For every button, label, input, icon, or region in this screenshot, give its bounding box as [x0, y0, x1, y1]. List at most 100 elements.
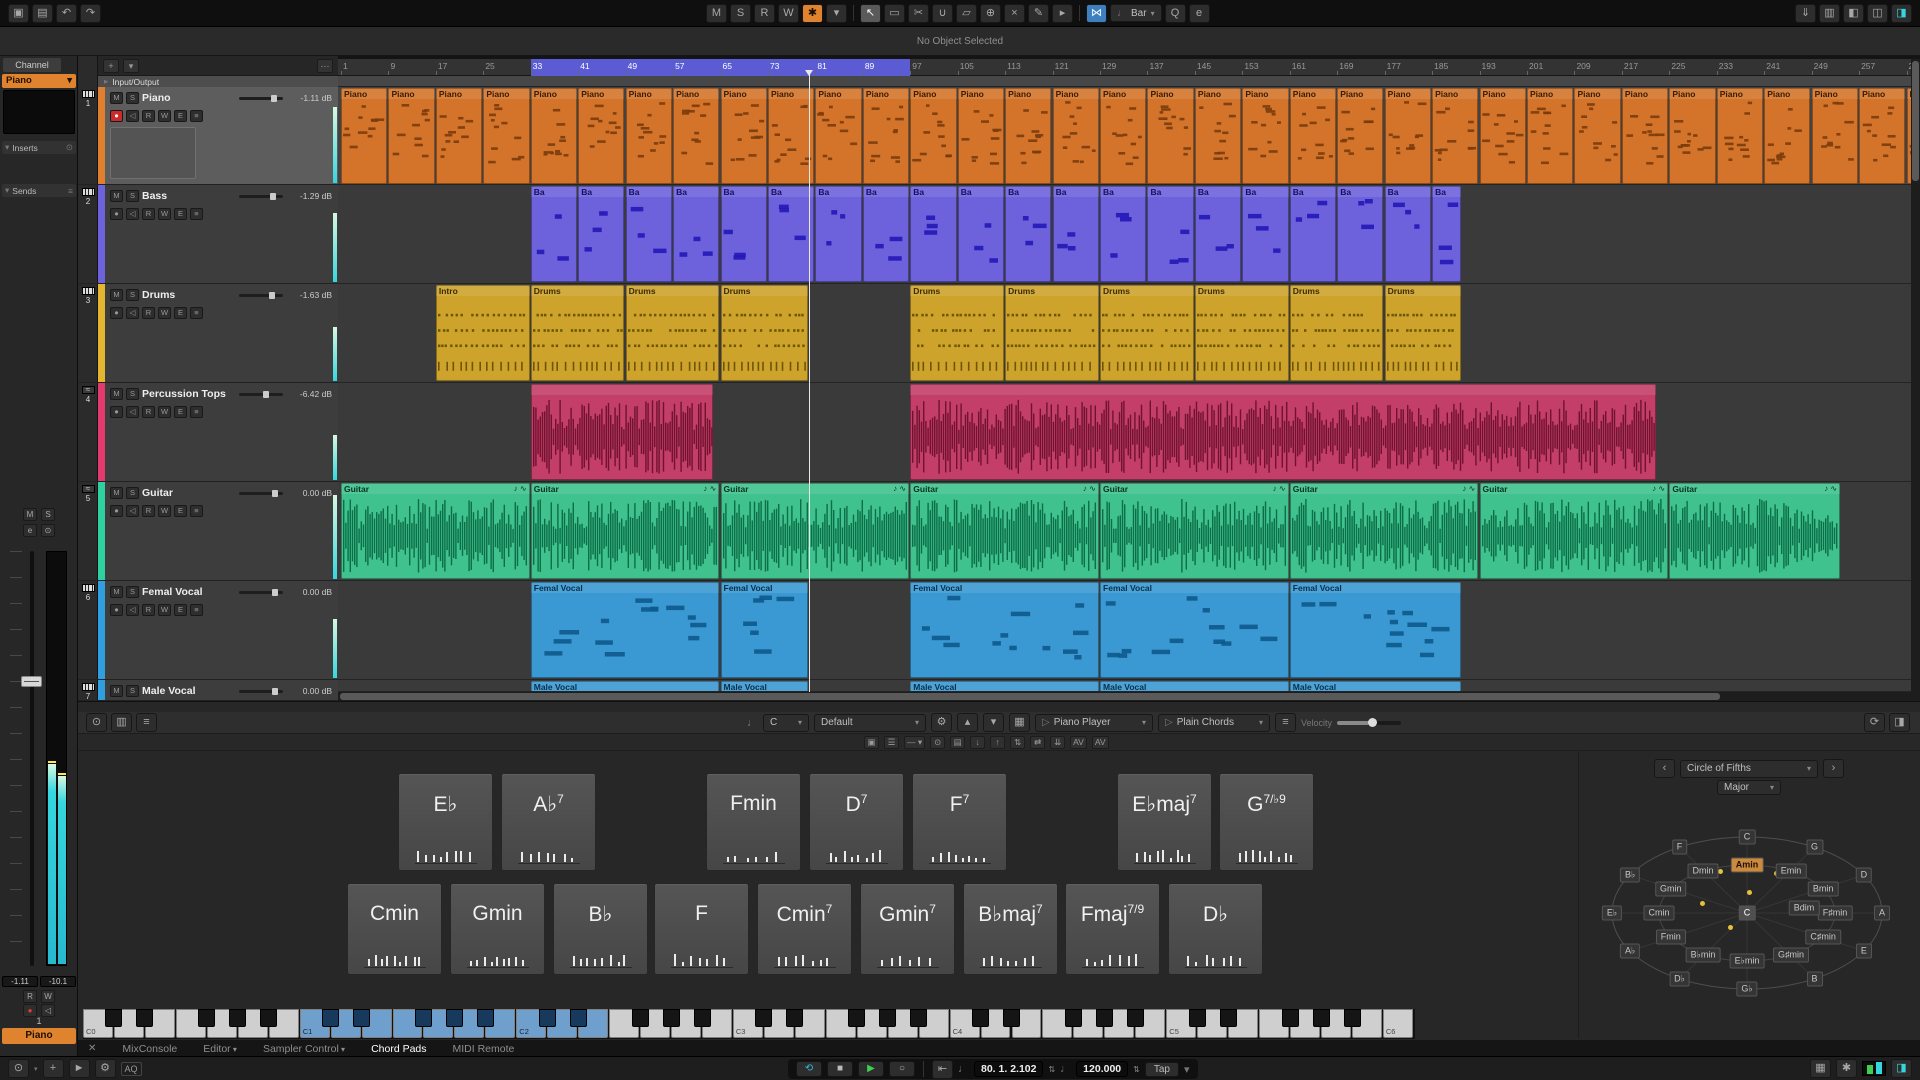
clip-piano[interactable]: Piano [910, 88, 956, 184]
range-tool[interactable]: ▭ [884, 4, 905, 23]
adaptive-voicing-off-icon[interactable]: AV [1070, 736, 1087, 749]
performance-monitor-icon[interactable]: ✱ [1836, 1059, 1857, 1078]
black-key[interactable] [848, 1009, 865, 1027]
black-key[interactable] [415, 1009, 432, 1027]
black-key[interactable] [663, 1009, 680, 1027]
black-key[interactable] [1220, 1009, 1237, 1027]
close-lower-zone-icon[interactable]: ✕ [88, 1043, 96, 1054]
track-mute-button[interactable]: M [110, 190, 123, 202]
adaptive-voicing-icon[interactable]: AV [1092, 736, 1109, 749]
clip-piano[interactable]: Piano [1859, 88, 1905, 184]
cof-outer-a[interactable]: A [1874, 906, 1890, 921]
monitor-button[interactable]: ◁ [126, 208, 139, 220]
track-solo-button[interactable]: S [126, 289, 139, 301]
cof-outer-f[interactable]: F [1672, 840, 1688, 855]
clip-piano[interactable]: Piano [341, 88, 387, 184]
clip-piano[interactable]: Piano [388, 88, 434, 184]
channel-track-name[interactable]: Piano ▾ [2, 74, 76, 88]
clip-piano[interactable]: Piano [531, 88, 577, 184]
cof-inner-f-min[interactable]: F♯min [1818, 906, 1853, 921]
black-key[interactable] [1344, 1009, 1361, 1027]
channel-tab[interactable]: Channel [3, 58, 61, 72]
cof-outer-b[interactable]: B♭ [1620, 868, 1640, 883]
clip-bass[interactable]: Ba [1385, 186, 1431, 282]
clip-femal-vocal[interactable]: Femal Vocal [1100, 582, 1289, 678]
bypass-icon[interactable]: ⊙ [66, 142, 73, 153]
channel-read-button[interactable]: R [23, 990, 37, 1003]
tab-chord-pads[interactable]: Chord Pads [371, 1043, 426, 1055]
track-solo-button[interactable]: S [126, 92, 139, 104]
clip-guitar[interactable]: Guitar♪ ∿ [1480, 483, 1669, 579]
clip-piano[interactable]: Piano [1337, 88, 1383, 184]
chords-mode-dropdown[interactable]: ▷Plain Chords▾ [1158, 714, 1270, 732]
cof-inner-bmin[interactable]: Bmin [1808, 882, 1839, 897]
record-arm-button[interactable]: ● [110, 110, 123, 122]
cof-inner-e-min[interactable]: E♭min [1730, 954, 1765, 969]
clip-guitar[interactable]: Guitar♪ ∿ [721, 483, 910, 579]
tap-tempo-button[interactable]: Tap [1145, 1062, 1179, 1077]
cof-inner-amin[interactable]: Amin [1731, 858, 1764, 873]
clip-guitar[interactable]: Guitar♪ ∿ [910, 483, 1099, 579]
track-extra-button[interactable]: ≡ [190, 110, 203, 122]
track-r-button[interactable]: R [142, 505, 155, 517]
black-key[interactable] [910, 1009, 927, 1027]
tempo-steppers[interactable]: ⇅ [1133, 1065, 1140, 1074]
pads-up-icon[interactable]: ▴ [957, 713, 978, 732]
cof-inner-emin[interactable]: Emin [1776, 864, 1807, 879]
clip-bass[interactable]: Ba [1290, 186, 1336, 282]
player-dropdown[interactable]: ▷Piano Player▾ [1035, 714, 1153, 732]
track-row-male-vocal[interactable]: MSMale Vocal0.00 dB●◁RWE≡ [98, 680, 338, 701]
inserts-section[interactable]: ▾ Inserts ⊙ [2, 141, 76, 154]
monitor-button[interactable]: ◁ [126, 307, 139, 319]
track-extra-button[interactable]: ≡ [190, 604, 203, 616]
track-mute-button[interactable]: M [110, 388, 123, 400]
black-key[interactable] [229, 1009, 246, 1027]
track-w-button[interactable]: W [158, 110, 171, 122]
refresh-icon[interactable]: ⟳ [1864, 713, 1885, 732]
clip-bass[interactable]: Ba [1100, 186, 1146, 282]
clip-bass[interactable]: Ba [1195, 186, 1241, 282]
cof-outer-e[interactable]: E [1856, 944, 1872, 959]
peak-value[interactable]: -10.1 [40, 976, 76, 987]
track-e-button[interactable]: E [174, 208, 187, 220]
clip-piano[interactable]: Piano [1005, 88, 1051, 184]
clip-bass[interactable]: Ba [768, 186, 814, 282]
track-volume-slider[interactable] [239, 690, 283, 693]
track-w-button[interactable]: W [158, 604, 171, 616]
length-dropdown[interactable]: — ▾ [904, 736, 925, 749]
pads-grid-view-icon[interactable]: ▥ [111, 713, 132, 732]
timeline-ruler[interactable]: 1917253341495765738189971051131211291371… [338, 59, 1920, 76]
cof-outer-c[interactable]: C [1739, 830, 1756, 845]
clip-piano[interactable]: Piano [1053, 88, 1099, 184]
track-list-more-button[interactable]: ⋯ [317, 59, 333, 73]
clip-drums[interactable]: Drums [1290, 285, 1384, 381]
drop-icon[interactable]: ⇊ [1050, 736, 1065, 749]
track-row-piano[interactable]: MSPiano-1.11 dB●◁RWE≡ [98, 87, 338, 185]
clip-drums[interactable]: Drums [1385, 285, 1461, 381]
onscreen-keyboard-icon[interactable]: ▦ [1810, 1059, 1831, 1078]
clip-bass[interactable]: Ba [1337, 186, 1383, 282]
clip-piano[interactable]: Piano [1812, 88, 1858, 184]
cof-outer-g[interactable]: G [1806, 840, 1823, 855]
clip-piano[interactable]: Piano [1195, 88, 1241, 184]
global-r-button[interactable]: R [754, 4, 775, 23]
clip-bass[interactable]: Ba [578, 186, 624, 282]
track-e-button[interactable]: E [174, 110, 187, 122]
black-key[interactable] [786, 1009, 803, 1027]
channel-settings-icon[interactable]: ⊙ [41, 524, 55, 537]
chord-pad-cmin7[interactable]: Cmin7 [757, 883, 852, 975]
track-volume-slider[interactable] [239, 97, 283, 100]
record-arm-button[interactable]: ● [110, 406, 123, 418]
tab-midi-remote[interactable]: MIDI Remote [453, 1043, 515, 1055]
automation-caret[interactable]: ▾ [826, 4, 847, 23]
play-button[interactable]: ▶ [858, 1061, 884, 1077]
monitor-button[interactable]: ◁ [126, 604, 139, 616]
io-folder-row[interactable]: ▸ Input/Output [98, 76, 338, 87]
track-mute-button[interactable]: M [110, 92, 123, 104]
track-row-drums[interactable]: MSDrums-1.63 dB●◁RWE≡ [98, 284, 338, 383]
black-key[interactable] [260, 1009, 277, 1027]
clip-bass[interactable]: Ba [1053, 186, 1099, 282]
root-key-dropdown[interactable]: C▾ [763, 714, 809, 732]
track-r-button[interactable]: R [142, 110, 155, 122]
clip-piano[interactable]: Piano [1622, 88, 1668, 184]
